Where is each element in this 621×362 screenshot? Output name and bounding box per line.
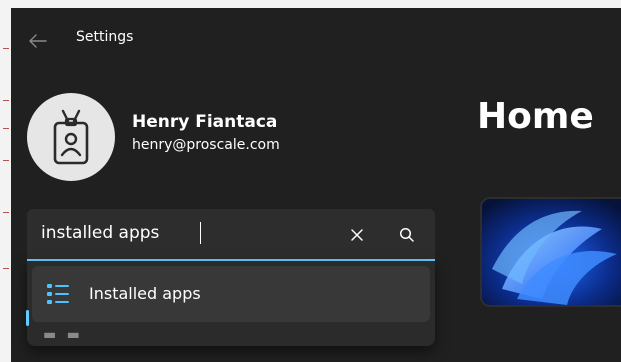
wallpaper-preview[interactable] <box>480 197 621 307</box>
edge-mark <box>3 268 9 269</box>
search-input-value: installed apps <box>41 223 160 243</box>
edge-mark <box>3 212 9 213</box>
back-button[interactable] <box>24 27 52 55</box>
back-arrow-icon <box>29 34 47 48</box>
search-input[interactable]: installed apps <box>27 209 435 261</box>
edge-mark <box>3 100 9 101</box>
windows-bloom-image <box>482 199 621 305</box>
user-name: Henry Fiantaca <box>132 112 278 132</box>
close-icon <box>351 229 363 241</box>
avatar[interactable] <box>27 93 115 181</box>
search-button[interactable] <box>393 221 421 249</box>
suggestion-label: Installed apps <box>89 284 201 303</box>
edge-mark <box>3 128 9 129</box>
partially-hidden-nav-item: ▬ ▬ <box>43 327 83 343</box>
suggestion-installed-apps[interactable]: Installed apps <box>32 266 430 322</box>
nav-selection-indicator <box>26 310 29 326</box>
window-top-border <box>11 0 621 8</box>
page-title: Home <box>477 96 594 137</box>
id-badge-icon <box>53 109 89 165</box>
search-suggestions: Installed apps ▬ ▬ <box>27 261 435 346</box>
left-edge-strip <box>0 0 11 362</box>
edge-mark <box>3 48 9 49</box>
window-title: Settings <box>76 29 134 45</box>
text-caret <box>200 222 201 244</box>
app-list-icon <box>47 284 69 304</box>
user-email: henry@proscale.com <box>132 137 280 153</box>
search-icon <box>399 227 414 242</box>
clear-search-button[interactable] <box>343 221 371 249</box>
edge-mark <box>3 160 9 161</box>
